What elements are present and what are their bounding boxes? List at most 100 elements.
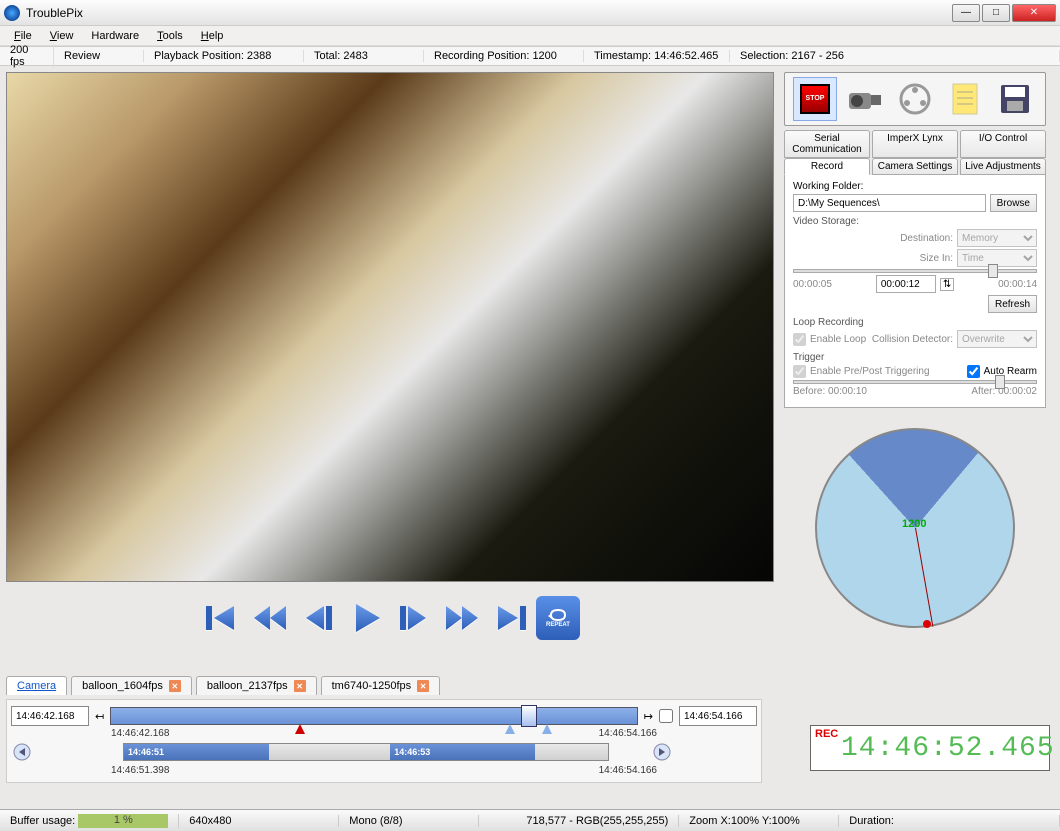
menu-file[interactable]: File <box>6 28 40 44</box>
sequence-tabs: Camera balloon_1604fps✕ balloon_2137fps✕… <box>0 676 1060 695</box>
camera-tool[interactable] <box>843 77 887 121</box>
working-folder-input[interactable] <box>793 194 986 212</box>
rec-time-value: 14:46:52.465 <box>841 733 1055 764</box>
seq-tab-camera[interactable]: Camera <box>6 676 67 695</box>
menu-tools[interactable]: Tools <box>149 28 191 44</box>
repeat-button[interactable]: REPEAT <box>536 596 580 640</box>
status-timestamp: Timestamp: 14:46:52.465 <box>584 50 730 62</box>
tab-serial[interactable]: Serial Communication <box>784 130 870 158</box>
close-button[interactable]: ✕ <box>1012 4 1056 22</box>
tab-live[interactable]: Live Adjustments <box>960 158 1046 175</box>
time-label-left1: 14:46:42.168 <box>111 728 169 739</box>
go-start-button[interactable] <box>200 596 244 640</box>
time-label-left2: 14:46:51.398 <box>111 765 169 776</box>
enable-trigger-checkbox[interactable] <box>793 365 806 378</box>
pie-label: 1200 <box>902 518 926 530</box>
play-button[interactable] <box>344 596 388 640</box>
maximize-button[interactable]: □ <box>982 4 1010 22</box>
status-pixel: 718,577 - RGB(255,255,255) <box>479 815 679 827</box>
status-recording-pos: Recording Position: 1200 <box>424 50 584 62</box>
rewind-button[interactable] <box>248 596 292 640</box>
window-title: TroublePix <box>26 6 83 20</box>
stop-tool[interactable] <box>793 77 837 121</box>
close-tab-icon[interactable]: ✕ <box>294 680 306 692</box>
auto-rearm-checkbox[interactable] <box>967 365 980 378</box>
destination-label: Destination: <box>900 233 953 244</box>
pie-chart: 1200 <box>815 428 1015 628</box>
collision-select[interactable]: Overwrite <box>957 330 1037 348</box>
tab-camera-settings[interactable]: Camera Settings <box>872 158 958 175</box>
rec-label: REC <box>815 728 838 740</box>
collision-label: Collision Detector: <box>872 334 953 345</box>
status-bar-bottom: Buffer usage: 1 % 640x480 Mono (8/8) 718… <box>0 809 1060 831</box>
enable-loop-label: Enable Loop <box>810 334 866 345</box>
marker-start-icon[interactable]: ↤ <box>95 710 104 723</box>
auto-rearm-label: Auto Rearm <box>984 366 1037 377</box>
go-end-button[interactable] <box>488 596 532 640</box>
trigger-title: Trigger <box>793 352 1037 363</box>
status-mode: Review <box>54 50 144 62</box>
step-fwd-button[interactable] <box>392 596 436 640</box>
tab-io[interactable]: I/O Control <box>960 130 1046 158</box>
seq-tab-1[interactable]: balloon_1604fps✕ <box>71 676 192 695</box>
status-duration: Duration: <box>839 815 1060 827</box>
time-right: 00:00:14 <box>998 279 1037 290</box>
refresh-button[interactable]: Refresh <box>988 295 1037 313</box>
notes-tool[interactable] <box>943 77 987 121</box>
before-label: Before: 00:00:10 <box>793 386 867 397</box>
timeline: 14:46:42.168 ↤ ↦ 14:46:54.166 14:46:42.1… <box>6 699 762 783</box>
browse-button[interactable]: Browse <box>990 194 1037 212</box>
time-label-right2: 14:46:54.166 <box>599 765 657 776</box>
enable-loop-checkbox[interactable] <box>793 333 806 346</box>
video-preview[interactable] <box>6 72 774 582</box>
status-playback-pos: Playback Position: 2388 <box>144 50 304 62</box>
time-left-box[interactable]: 14:46:42.168 <box>11 706 89 726</box>
status-mono: Mono (8/8) <box>339 815 479 827</box>
time-right-box[interactable]: 14:46:54.166 <box>679 706 757 726</box>
fast-fwd-button[interactable] <box>440 596 484 640</box>
save-tool[interactable] <box>993 77 1037 121</box>
close-tab-icon[interactable]: ✕ <box>417 680 429 692</box>
buffer-bar: 1 % <box>78 814 168 828</box>
record-panel: Working Folder: Browse Video Storage: De… <box>784 175 1046 408</box>
reel-tool[interactable] <box>893 77 937 121</box>
size-label: Size In: <box>920 253 953 264</box>
status-fps: 200 fps <box>0 44 54 68</box>
minimize-button[interactable]: — <box>952 4 980 22</box>
status-bar-top: 200 fps Review Playback Position: 2388 T… <box>0 46 1060 66</box>
tab-imperx[interactable]: ImperX Lynx <box>872 130 958 158</box>
timeline-track2[interactable]: 14:46:51 14:46:53 <box>123 743 609 761</box>
title-bar: TroublePix — □ ✕ <box>0 0 1060 26</box>
close-tab-icon[interactable]: ✕ <box>169 680 181 692</box>
stepper-icon[interactable]: ⇅ <box>940 278 954 291</box>
rec-counter: REC 14:46:52.465 <box>810 725 1050 771</box>
time-label-right1: 14:46:54.166 <box>599 728 657 739</box>
storage-slider[interactable] <box>793 269 1037 273</box>
enable-trigger-label: Enable Pre/Post Triggering <box>810 366 930 377</box>
status-res: 640x480 <box>179 815 339 827</box>
menu-hardware[interactable]: Hardware <box>83 28 147 44</box>
menu-help[interactable]: Help <box>193 28 232 44</box>
app-icon <box>4 5 20 21</box>
working-folder-label: Working Folder: <box>793 181 1037 192</box>
status-zoom: Zoom X:100% Y:100% <box>679 815 839 827</box>
step-back-button[interactable] <box>296 596 340 640</box>
seq-tab-3[interactable]: tm6740-1250fps✕ <box>321 676 441 695</box>
status-selection: Selection: 2167 - 256 <box>730 50 1060 62</box>
scroll-left-button[interactable] <box>11 741 33 763</box>
scroll-right-button[interactable] <box>651 741 673 763</box>
timeline-lock-checkbox[interactable] <box>659 709 673 723</box>
menu-view[interactable]: View <box>42 28 82 44</box>
seq-tab-2[interactable]: balloon_2137fps✕ <box>196 676 317 695</box>
status-total: Total: 2483 <box>304 50 424 62</box>
timeline-track[interactable] <box>110 707 638 725</box>
trigger-slider[interactable] <box>793 380 1037 384</box>
tab-record[interactable]: Record <box>784 158 870 175</box>
side-toolbar <box>784 72 1046 126</box>
menu-bar: File View Hardware Tools Help <box>0 26 1060 46</box>
time-left: 00:00:05 <box>793 279 832 290</box>
marker-end-icon[interactable]: ↦ <box>644 710 653 723</box>
time-mid-input[interactable] <box>876 275 936 293</box>
destination-select[interactable]: Memory <box>957 229 1037 247</box>
pie-needle-tip <box>923 620 931 628</box>
